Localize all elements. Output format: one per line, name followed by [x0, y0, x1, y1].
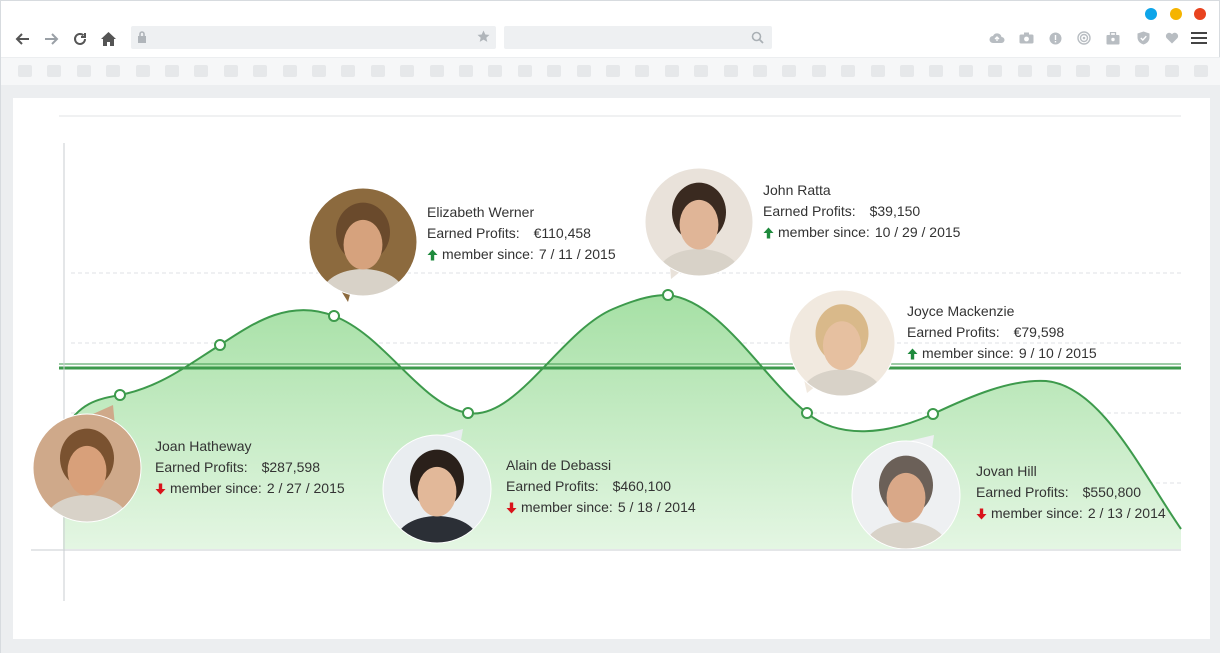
member-since: member since: 5 / 18 / 2014	[506, 497, 696, 518]
arrow-down-icon	[155, 483, 166, 494]
member-profit: Earned Profits: €79,598	[907, 322, 1097, 343]
member-name: Joan Hatheway	[155, 438, 252, 454]
member-name: Joyce Mackenzie	[907, 303, 1015, 319]
member-profit: Earned Profits: $550,800	[976, 482, 1166, 503]
since-label: member since:	[991, 505, 1083, 521]
profit-label: Earned Profits:	[155, 459, 248, 475]
browser-window: Joan Hatheway Earned Profits: $287,598 memb…	[0, 0, 1220, 653]
since-date: 9 / 10 / 2015	[1018, 345, 1097, 361]
since-label: member since:	[442, 246, 534, 262]
member-profit: Earned Profits: $39,150	[763, 201, 960, 222]
data-point[interactable]	[462, 407, 474, 419]
profit-value: $460,100	[612, 478, 672, 494]
member-since: member since: 2 / 27 / 2015	[155, 478, 345, 499]
since-date: 5 / 18 / 2014	[617, 499, 696, 515]
profit-label: Earned Profits:	[976, 484, 1069, 500]
since-date: 2 / 27 / 2015	[266, 480, 345, 496]
arrow-up-icon	[427, 249, 438, 260]
member-profit: Earned Profits: $460,100	[506, 476, 696, 497]
member-avatar[interactable]	[644, 167, 754, 298]
since-date: 7 / 11 / 2015	[538, 246, 616, 262]
arrow-up-icon	[763, 227, 774, 238]
member-name: Elizabeth Werner	[427, 204, 535, 220]
member-since: member since: 2 / 13 / 2014	[976, 503, 1166, 524]
member-name: Alain de Debassi	[506, 457, 612, 473]
since-label: member since:	[778, 224, 870, 240]
data-point[interactable]	[927, 408, 939, 420]
member-card: Jovan Hill Earned Profits: $550,800 member …	[976, 461, 1166, 524]
data-point[interactable]	[662, 289, 674, 301]
data-point[interactable]	[214, 339, 226, 351]
since-date: 2 / 13 / 2014	[1087, 505, 1166, 521]
member-profit: Earned Profits: $287,598	[155, 457, 345, 478]
profit-label: Earned Profits:	[506, 478, 599, 494]
profit-value: €79,598	[1013, 324, 1065, 340]
profit-label: Earned Profits:	[427, 225, 520, 241]
since-label: member since:	[170, 480, 262, 496]
arrow-down-icon	[976, 508, 987, 519]
since-date: 10 / 29 / 2015	[874, 224, 961, 240]
member-avatar[interactable]	[308, 187, 418, 318]
profit-label: Earned Profits:	[907, 324, 1000, 340]
member-card: Joan Hatheway Earned Profits: $287,598 memb…	[155, 436, 345, 499]
data-point[interactable]	[328, 310, 340, 322]
profit-value: €110,458	[533, 225, 591, 241]
member-card: Elizabeth Werner Earned Profits: €110,458 m…	[427, 202, 616, 265]
data-point[interactable]	[114, 389, 126, 401]
arrow-down-icon	[506, 502, 517, 513]
member-since: member since: 10 / 29 / 2015	[763, 222, 960, 243]
arrow-up-icon	[907, 348, 918, 359]
member-avatar[interactable]	[788, 289, 896, 417]
data-point[interactable]	[801, 407, 813, 419]
profit-label: Earned Profits:	[763, 203, 856, 219]
member-card: Alain de Debassi Earned Profits: $460,100 m…	[506, 455, 696, 518]
member-name: John Ratta	[763, 182, 831, 198]
profit-value: $550,800	[1082, 484, 1142, 500]
member-since: member since: 7 / 11 / 2015	[427, 244, 616, 265]
member-profit: Earned Profits: €110,458	[427, 223, 616, 244]
member-card: Joyce Mackenzie Earned Profits: €79,598 mem…	[907, 301, 1097, 364]
member-card: John Ratta Earned Profits: $39,150 member s…	[763, 180, 960, 243]
member-name: Jovan Hill	[976, 463, 1037, 479]
since-label: member since:	[922, 345, 1014, 361]
profit-value: $39,150	[869, 203, 921, 219]
since-label: member since:	[521, 499, 613, 515]
member-since: member since: 9 / 10 / 2015	[907, 343, 1097, 364]
profit-value: $287,598	[261, 459, 321, 475]
